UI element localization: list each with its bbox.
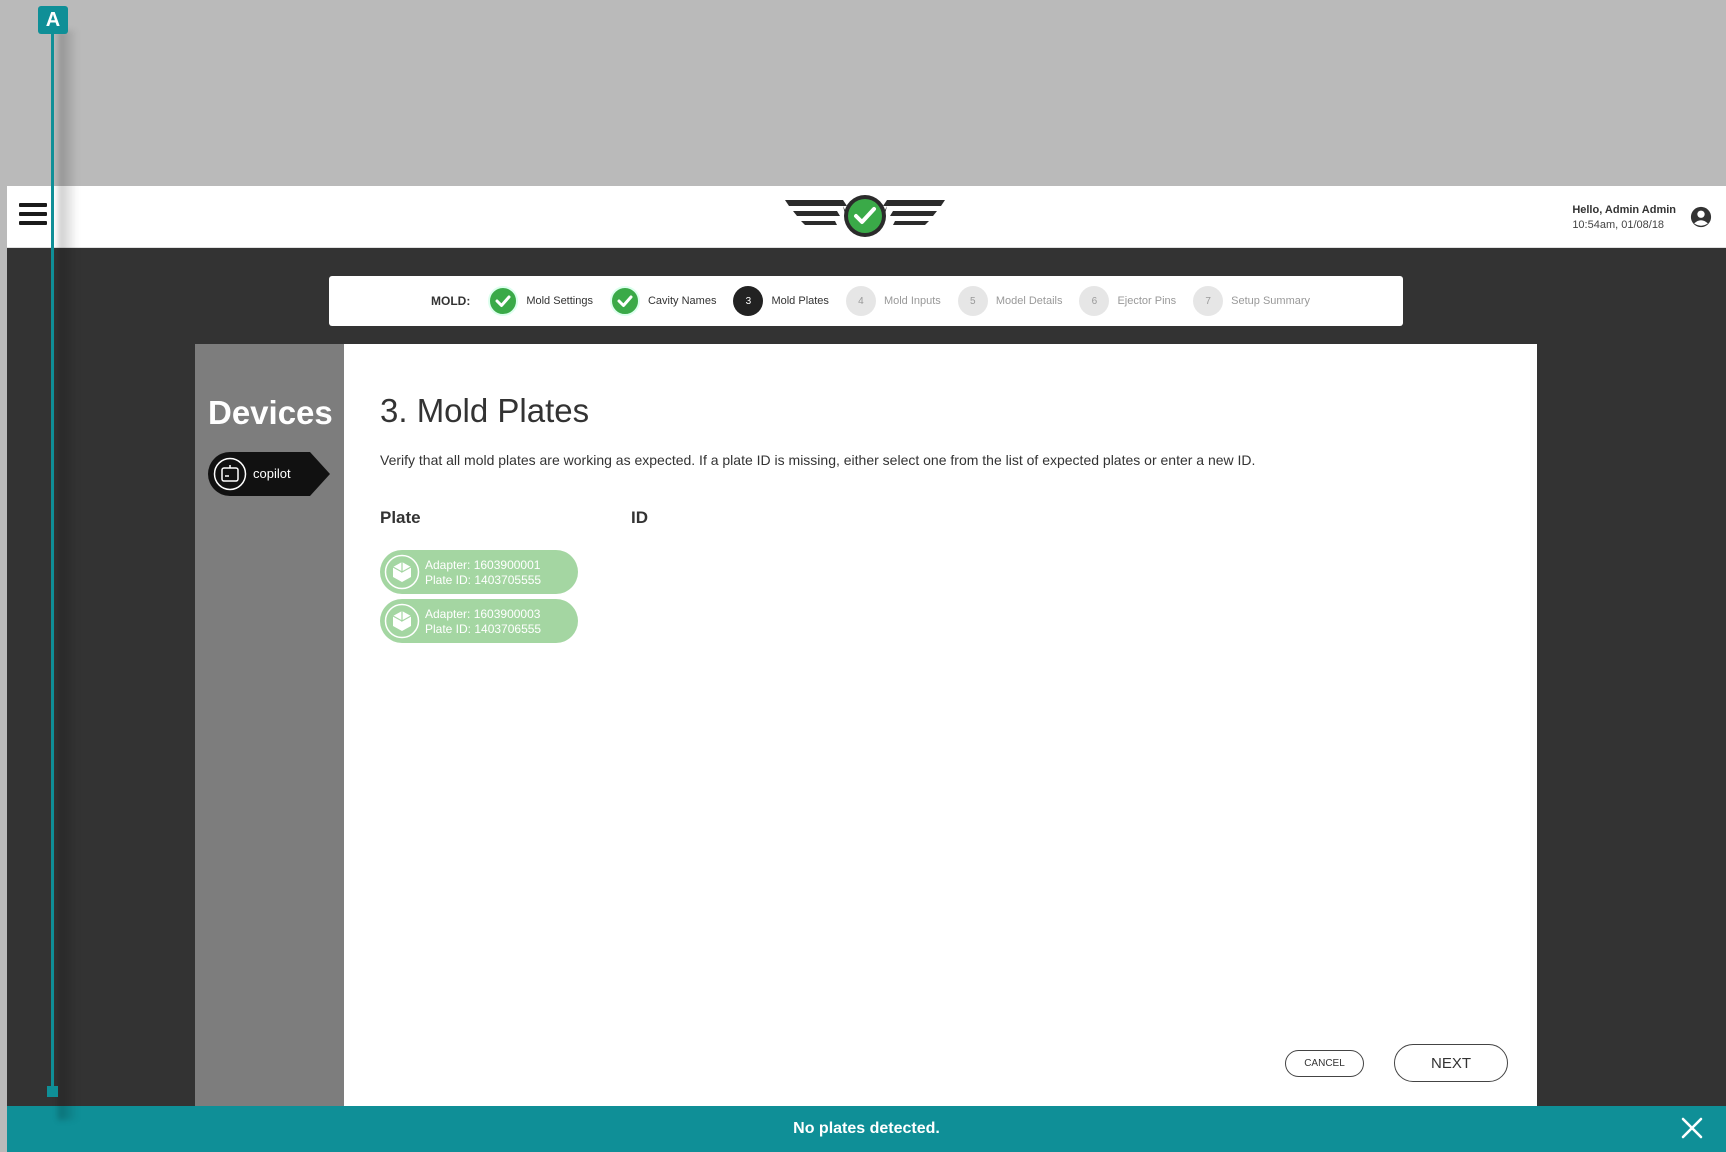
top-bar: Hello, Admin Admin 10:54am, 01/08/18 [7, 186, 1726, 248]
device-label: copilot [253, 466, 291, 481]
step-label: Mold Inputs [883, 295, 941, 307]
notification-bar: No plates detected. [7, 1106, 1726, 1152]
plate-adapter: Adapter: 1603900003 [425, 607, 541, 621]
step-model-details[interactable]: 5 Model Details [957, 286, 1063, 316]
step-ejector-pins[interactable]: 6 Ejector Pins [1079, 286, 1176, 316]
step-number: 4 [845, 286, 876, 316]
user-greeting: Hello, Admin Admin [1572, 204, 1676, 216]
devices-panel: Devices copilot [195, 344, 344, 1152]
app-window: Hello, Admin Admin 10:54am, 01/08/18 MOL… [7, 186, 1726, 1152]
plate-id: Plate ID: 1403706555 [425, 622, 542, 636]
callout-badge: A [38, 6, 68, 34]
devices-title: Devices [208, 394, 333, 431]
step-number: 3 [733, 286, 764, 316]
step-mold-inputs[interactable]: 4 Mold Inputs [845, 286, 941, 316]
callout-shadow [58, 30, 78, 1120]
next-button[interactable]: NEXT [1394, 1044, 1508, 1082]
app-logo [785, 195, 945, 237]
device-copilot-button[interactable]: copilot [208, 452, 330, 496]
step-label: Model Details [995, 295, 1063, 307]
step-cavity-names[interactable]: Cavity Names [609, 286, 717, 316]
column-header-plate: Plate [380, 508, 421, 527]
plate-id: Plate ID: 1403705555 [425, 573, 542, 587]
notification-message: No plates detected. [793, 1120, 940, 1137]
user-info: Hello, Admin Admin 10:54am, 01/08/18 [1572, 204, 1676, 231]
user-timestamp: 10:54am, 01/08/18 [1572, 219, 1665, 231]
stepper-label: MOLD: [431, 294, 471, 308]
step-number: 5 [957, 286, 988, 316]
plate-icon [384, 554, 420, 590]
check-icon [488, 286, 519, 316]
step-number: 7 [1193, 286, 1224, 316]
check-icon [609, 286, 640, 316]
setup-stepper: MOLD: Mold Settings Cavity Names 3 Mold … [329, 276, 1403, 326]
step-mold-settings[interactable]: Mold Settings [488, 286, 593, 316]
main-content: 3. Mold Plates Verify that all mold plat… [344, 344, 1537, 1152]
step-label: Mold Plates [771, 295, 829, 307]
step-label: Ejector Pins [1117, 295, 1177, 307]
callout-end-marker [47, 1086, 58, 1097]
callout-line [51, 32, 54, 1090]
step-label: Setup Summary [1231, 295, 1311, 307]
column-header-id: ID [631, 508, 648, 527]
instructions-text: Verify that all mold plates are working … [380, 452, 1256, 468]
account-icon[interactable] [1690, 206, 1712, 228]
page-title: 3. Mold Plates [380, 392, 590, 429]
step-label: Mold Settings [526, 295, 593, 307]
plate-icon [384, 603, 420, 639]
step-mold-plates[interactable]: 3 Mold Plates [733, 286, 829, 316]
step-label: Cavity Names [647, 295, 717, 307]
plate-adapter: Adapter: 1603900001 [425, 558, 541, 572]
hamburger-menu-icon[interactable] [19, 203, 47, 229]
cancel-button[interactable]: CANCEL [1285, 1050, 1364, 1077]
step-setup-summary[interactable]: 7 Setup Summary [1193, 286, 1310, 316]
plate-item[interactable]: Adapter: 1603900003 Plate ID: 1403706555 [380, 599, 578, 643]
close-icon[interactable] [1680, 1116, 1704, 1140]
plate-item[interactable]: Adapter: 1603900001 Plate ID: 1403705555 [380, 550, 578, 594]
copilot-device-icon [213, 457, 247, 491]
step-number: 6 [1079, 286, 1110, 316]
